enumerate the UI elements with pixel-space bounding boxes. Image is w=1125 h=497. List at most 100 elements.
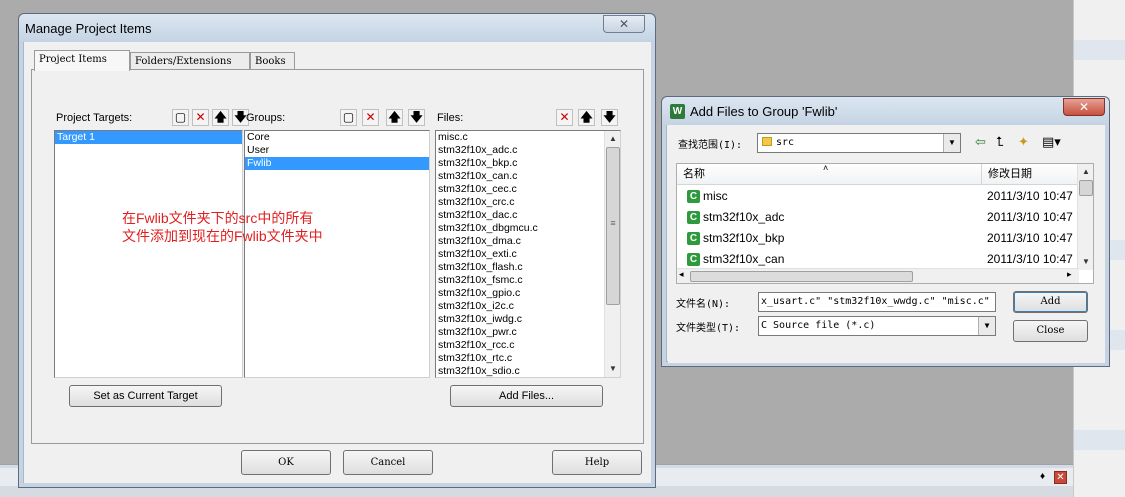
project-items-panel: Project Targets: ▢ ✕ 🡅 🡇 Target 1 Groups… [31, 69, 644, 444]
cancel-button[interactable]: Cancel [343, 450, 433, 475]
scroll-right-icon[interactable]: ▸ [1067, 269, 1072, 280]
list-item[interactable]: stm32f10x_dac.c [436, 209, 620, 222]
ok-button[interactable]: OK [241, 450, 331, 475]
files-list[interactable]: misc.c stm32f10x_adc.c stm32f10x_bkp.c s… [435, 130, 621, 378]
list-item[interactable]: stm32f10x_pwr.c [436, 326, 620, 339]
column-name[interactable]: 名称 ˄ [677, 164, 981, 185]
pin-icon[interactable]: ♦ [1036, 471, 1049, 484]
move-up-icon[interactable]: 🡅 [578, 109, 595, 126]
scroll-up-icon[interactable]: ▲ [1080, 166, 1092, 178]
scroll-down-icon[interactable]: ▼ [1080, 256, 1092, 268]
list-item[interactable]: Target 1 [55, 131, 242, 144]
scroll-left-icon[interactable]: ◂ [679, 269, 684, 280]
dialog-title: Manage Project Items [25, 21, 152, 36]
list-item[interactable]: stm32f10x_exti.c [436, 248, 620, 261]
back-icon[interactable]: ⇦ [975, 135, 986, 149]
list-item[interactable]: stm32f10x_gpio.c [436, 287, 620, 300]
new-target-icon[interactable]: ▢ [172, 109, 189, 126]
scroll-thumb[interactable] [1079, 180, 1093, 196]
folder-icon [762, 137, 772, 146]
scroll-up-icon[interactable]: ▲ [607, 133, 619, 145]
close-dialog-button[interactable]: Close [1013, 320, 1088, 342]
add-files-dialog: W Add Files to Group 'Fwlib' ✕ 查找范围(I): … [661, 96, 1110, 367]
file-date: 2011/3/10 10:47 [987, 210, 1073, 224]
filetype-select[interactable]: C Source file (*.c) ▼ [758, 316, 996, 336]
file-row[interactable]: C stm32f10x_bkp 2011/3/10 10:47 [677, 228, 1079, 249]
file-row[interactable]: C stm32f10x_can 2011/3/10 10:47 [677, 249, 1079, 270]
list-item[interactable]: stm32f10x_rtc.c [436, 352, 620, 365]
filename-input[interactable]: x_usart.c" "stm32f10x_wwdg.c" "misc.c" [758, 292, 996, 312]
list-item[interactable]: stm32f10x_crc.c [436, 196, 620, 209]
filename-label: 文件名(N): [676, 299, 731, 310]
file-date: 2011/3/10 10:47 [987, 252, 1073, 266]
add-button[interactable]: Add [1013, 291, 1088, 313]
title-bar: Manage Project Items ✕ [19, 14, 655, 42]
tab-folders-extensions[interactable]: Folders/Extensions [130, 52, 250, 70]
move-up-icon[interactable]: 🡅 [386, 109, 403, 126]
c-file-icon: C [687, 253, 700, 266]
file-name: stm32f10x_adc [703, 210, 785, 224]
move-down-icon[interactable]: 🡇 [408, 109, 425, 126]
file-name: misc [703, 189, 728, 203]
annotation-line-2: 文件添加到现在的Fwlib文件夹中 [122, 228, 323, 244]
list-item[interactable]: stm32f10x_flash.c [436, 261, 620, 274]
new-group-icon[interactable]: ▢ [340, 109, 357, 126]
move-down-icon[interactable]: 🡇 [601, 109, 618, 126]
list-item[interactable]: stm32f10x_i2c.c [436, 300, 620, 313]
file-list[interactable]: 名称 ˄ 修改日期 C misc 2011/3/10 10:47 C stm32… [676, 163, 1094, 284]
tab-books[interactable]: Books [250, 52, 295, 70]
chevron-down-icon[interactable]: ▼ [943, 134, 960, 152]
list-item[interactable]: misc.c [436, 131, 620, 144]
list-item[interactable]: stm32f10x_fsmc.c [436, 274, 620, 287]
scroll-thumb[interactable] [690, 271, 913, 282]
scroll-thumb[interactable]: ≡ [606, 147, 620, 305]
list-item[interactable]: stm32f10x_adc.c [436, 144, 620, 157]
file-row[interactable]: C misc 2011/3/10 10:47 [677, 186, 1079, 207]
list-item[interactable]: stm32f10x_dma.c [436, 235, 620, 248]
scroll-down-icon[interactable]: ▼ [607, 363, 619, 375]
column-date[interactable]: 修改日期 [981, 164, 1080, 185]
look-in-combo[interactable]: src ▼ [757, 133, 961, 153]
file-date: 2011/3/10 10:47 [987, 231, 1073, 245]
delete-group-icon[interactable]: ✕ [362, 109, 379, 126]
close-button[interactable]: ✕ [1063, 98, 1105, 116]
groups-list[interactable]: Core User Fwlib [244, 130, 430, 378]
list-item[interactable]: stm32f10x_sdio.c [436, 365, 620, 377]
dialog-body: 查找范围(I): src ▼ ⇦ ⮤ ✦ ▤▾ 名称 ˄ 修改日期 C misc… [668, 125, 1105, 363]
list-item[interactable]: stm32f10x_can.c [436, 170, 620, 183]
delete-file-icon[interactable]: ✕ [556, 109, 573, 126]
list-item[interactable]: stm32f10x_rcc.c [436, 339, 620, 352]
groups-header: Groups: ▢ ✕ 🡅 🡇 [244, 108, 432, 127]
panel-close-icon[interactable]: ✕ [1054, 471, 1067, 484]
vertical-scrollbar[interactable]: ▲ ≡ ▼ [604, 131, 620, 377]
files-label: Files: [437, 112, 464, 124]
close-button[interactable]: ✕ [603, 15, 645, 33]
look-in-label: 查找范围(I): [678, 140, 743, 151]
move-up-icon[interactable]: 🡅 [212, 109, 229, 126]
title-bar: W Add Files to Group 'Fwlib' ✕ [662, 97, 1109, 125]
look-in-value: src [776, 137, 795, 148]
list-item[interactable]: User [245, 144, 429, 157]
up-folder-icon[interactable]: ⮤ [996, 135, 1004, 149]
list-item[interactable]: Fwlib [245, 157, 429, 170]
list-item[interactable]: Core [245, 131, 429, 144]
vertical-scrollbar[interactable]: ▲ ▼ [1077, 164, 1093, 270]
new-folder-icon[interactable]: ✦ [1018, 135, 1029, 149]
filetype-value: C Source file (*.c) [761, 320, 876, 331]
targets-list[interactable]: Target 1 [54, 130, 243, 378]
view-menu-icon[interactable]: ▤▾ [1042, 135, 1061, 149]
chevron-down-icon[interactable]: ▼ [978, 317, 995, 335]
manage-project-items-dialog: Manage Project Items ✕ Project Items Fol… [18, 13, 656, 488]
file-row[interactable]: C stm32f10x_adc 2011/3/10 10:47 [677, 207, 1079, 228]
help-button[interactable]: Help [552, 450, 642, 475]
set-current-target-button[interactable]: Set as Current Target [69, 385, 222, 407]
list-item[interactable]: stm32f10x_bkp.c [436, 157, 620, 170]
file-date: 2011/3/10 10:47 [987, 189, 1073, 203]
list-item[interactable]: stm32f10x_iwdg.c [436, 313, 620, 326]
add-files-button[interactable]: Add Files... [450, 385, 603, 407]
list-item[interactable]: stm32f10x_cec.c [436, 183, 620, 196]
list-item[interactable]: stm32f10x_dbgmcu.c [436, 222, 620, 235]
horizontal-scrollbar[interactable]: ◂ ▸ [677, 268, 1079, 283]
delete-target-icon[interactable]: ✕ [192, 109, 209, 126]
tab-project-items[interactable]: Project Items [34, 50, 130, 71]
